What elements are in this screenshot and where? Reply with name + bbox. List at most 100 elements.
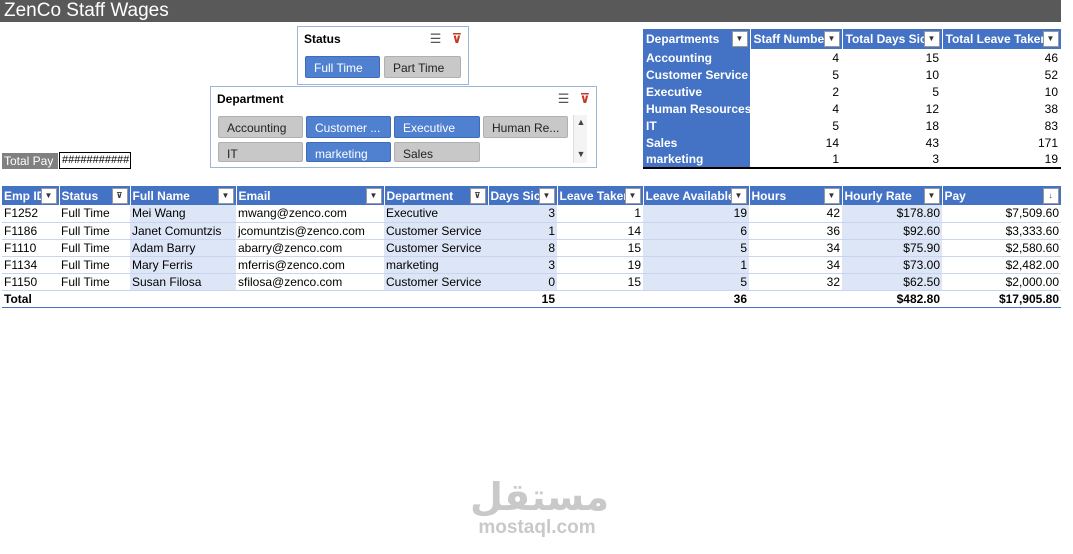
table-cell[interactable]: $73.00 bbox=[842, 256, 942, 274]
table-cell[interactable]: 6 bbox=[643, 222, 749, 240]
table-cell[interactable]: $2,580.60 bbox=[942, 239, 1061, 257]
dropdown-arrow-icon[interactable]: ▼ bbox=[730, 188, 747, 204]
pivot-value-cell[interactable]: 10 bbox=[942, 83, 1061, 100]
clear-filter-icon[interactable]: ⊽ bbox=[579, 91, 590, 107]
table-cell[interactable]: 32 bbox=[749, 273, 842, 291]
table-cell[interactable]: F1186 bbox=[2, 222, 59, 240]
pivot-value-cell[interactable]: 15 bbox=[842, 49, 942, 66]
table-cell[interactable]: 5 bbox=[643, 239, 749, 257]
table-cell[interactable]: Susan Filosa bbox=[130, 273, 236, 291]
table-cell[interactable]: Customer Service bbox=[384, 222, 488, 240]
table-cell[interactable]: 1 bbox=[557, 205, 643, 223]
table-cell[interactable]: 3 bbox=[488, 256, 557, 274]
total-cell[interactable]: 36 bbox=[643, 289, 749, 308]
table-cell[interactable]: Executive bbox=[384, 205, 488, 223]
table-cell[interactable]: 34 bbox=[749, 256, 842, 274]
pivot-value-cell[interactable]: 18 bbox=[842, 117, 942, 134]
table-cell[interactable]: 15 bbox=[557, 239, 643, 257]
table-cell[interactable]: Full Time bbox=[59, 239, 130, 257]
table-cell[interactable]: 0 bbox=[488, 273, 557, 291]
total-cell[interactable]: $482.80 bbox=[842, 289, 942, 308]
pivot-dept-cell[interactable]: Executive bbox=[643, 83, 750, 100]
table-cell[interactable]: 36 bbox=[749, 222, 842, 240]
dropdown-arrow-icon[interactable]: ▼ bbox=[923, 31, 940, 47]
dropdown-arrow-icon[interactable]: ▼ bbox=[365, 188, 382, 204]
dropdown-arrow-icon[interactable]: ▼ bbox=[538, 188, 555, 204]
table-cell[interactable]: 34 bbox=[749, 239, 842, 257]
table-cell[interactable]: sfilosa@zenco.com bbox=[236, 273, 384, 291]
table-cell[interactable]: 8 bbox=[488, 239, 557, 257]
dropdown-arrow-icon[interactable]: ▼ bbox=[217, 188, 234, 204]
column-header[interactable]: Leave Available ▼ bbox=[643, 186, 750, 205]
pivot-header[interactable]: Total Leave Taken ▼ bbox=[942, 29, 1062, 49]
table-cell[interactable]: Mei Wang bbox=[130, 205, 236, 223]
table-cell[interactable]: F1252 bbox=[2, 205, 59, 223]
table-cell[interactable]: $3,333.60 bbox=[942, 222, 1061, 240]
column-header[interactable]: Pay ↓ bbox=[942, 186, 1062, 205]
pivot-value-cell[interactable]: 83 bbox=[942, 117, 1061, 134]
table-cell[interactable]: F1134 bbox=[2, 256, 59, 274]
table-cell[interactable]: 19 bbox=[557, 256, 643, 274]
total-cell[interactable]: Total bbox=[2, 289, 59, 308]
total-cell[interactable] bbox=[130, 289, 236, 308]
total-pay-value[interactable]: ########### bbox=[59, 152, 131, 169]
table-cell[interactable]: $75.90 bbox=[842, 239, 942, 257]
table-cell[interactable]: F1110 bbox=[2, 239, 59, 257]
table-cell[interactable]: 1 bbox=[488, 222, 557, 240]
pivot-value-cell[interactable]: 12 bbox=[842, 100, 942, 117]
pivot-value-cell[interactable]: 43 bbox=[842, 134, 942, 151]
dropdown-arrow-icon[interactable]: ▼ bbox=[823, 31, 840, 47]
column-header[interactable]: Leave Taken ▼ bbox=[557, 186, 644, 205]
clear-filter-icon[interactable]: ⊽ bbox=[451, 31, 462, 47]
table-cell[interactable]: mwang@zenco.com bbox=[236, 205, 384, 223]
table-cell[interactable]: marketing bbox=[384, 256, 488, 274]
pivot-value-cell[interactable]: 19 bbox=[942, 151, 1061, 168]
table-cell[interactable]: $178.80 bbox=[842, 205, 942, 223]
slicer-scrollbar[interactable]: ▲ ▼ bbox=[573, 115, 587, 163]
table-cell[interactable]: Full Time bbox=[59, 256, 130, 274]
filter-icon[interactable]: ⊽ bbox=[111, 188, 128, 204]
table-cell[interactable]: $92.60 bbox=[842, 222, 942, 240]
table-cell[interactable]: Full Time bbox=[59, 205, 130, 223]
column-header[interactable]: Hours ▼ bbox=[749, 186, 843, 205]
table-cell[interactable]: abarry@zenco.com bbox=[236, 239, 384, 257]
table-cell[interactable]: $62.50 bbox=[842, 273, 942, 291]
total-cell[interactable] bbox=[557, 289, 643, 308]
department-slicer-item[interactable]: Sales bbox=[394, 142, 480, 162]
table-cell[interactable]: Customer Service bbox=[384, 239, 488, 257]
pivot-value-cell[interactable]: 5 bbox=[750, 117, 842, 134]
column-header[interactable]: Department ⊽ bbox=[384, 186, 489, 205]
pivot-dept-cell[interactable]: Accounting bbox=[643, 49, 750, 66]
pivot-dept-cell[interactable]: IT bbox=[643, 117, 750, 134]
scroll-down-icon[interactable]: ▼ bbox=[574, 149, 588, 159]
table-cell[interactable]: 15 bbox=[557, 273, 643, 291]
dropdown-arrow-icon[interactable]: ▼ bbox=[731, 31, 748, 47]
pivot-value-cell[interactable]: 5 bbox=[842, 83, 942, 100]
pivot-value-cell[interactable]: 3 bbox=[842, 151, 942, 168]
table-cell[interactable]: 5 bbox=[643, 273, 749, 291]
column-header[interactable]: Hourly Rate ▼ bbox=[842, 186, 943, 205]
status-slicer-item[interactable]: Full Time bbox=[305, 56, 380, 78]
pivot-value-cell[interactable]: 10 bbox=[842, 66, 942, 83]
table-cell[interactable]: $2,482.00 bbox=[942, 256, 1061, 274]
pivot-dept-cell[interactable]: marketing bbox=[643, 151, 750, 168]
dropdown-arrow-icon[interactable]: ▼ bbox=[823, 188, 840, 204]
pivot-dept-cell[interactable]: Human Resources bbox=[643, 100, 750, 117]
pivot-value-cell[interactable]: 2 bbox=[750, 83, 842, 100]
dropdown-arrow-icon[interactable]: ▼ bbox=[624, 188, 641, 204]
pivot-value-cell[interactable]: 171 bbox=[942, 134, 1061, 151]
total-cell[interactable] bbox=[749, 289, 842, 308]
multi-select-icon[interactable]: ☰ bbox=[430, 31, 442, 47]
multi-select-icon[interactable]: ☰ bbox=[558, 91, 570, 107]
status-slicer-item[interactable]: Part Time bbox=[384, 56, 461, 78]
table-cell[interactable]: mferris@zenco.com bbox=[236, 256, 384, 274]
table-cell[interactable]: Customer Service bbox=[384, 273, 488, 291]
table-cell[interactable]: $7,509.60 bbox=[942, 205, 1061, 223]
pivot-header[interactable]: Staff Numbe ▼ bbox=[750, 29, 843, 49]
department-slicer-item[interactable]: Executive bbox=[394, 116, 480, 138]
total-cell[interactable] bbox=[384, 289, 488, 308]
dropdown-arrow-icon[interactable]: ▼ bbox=[40, 188, 57, 204]
pivot-value-cell[interactable]: 4 bbox=[750, 49, 842, 66]
pivot-value-cell[interactable]: 5 bbox=[750, 66, 842, 83]
department-slicer-item[interactable]: IT bbox=[218, 142, 303, 162]
